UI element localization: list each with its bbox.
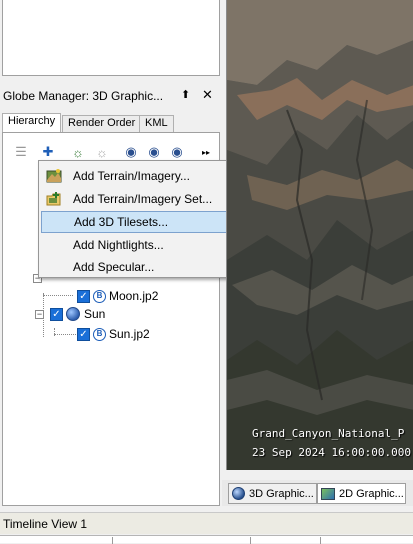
- location-caption: Grand_Canyon_National_P: [252, 427, 405, 440]
- object-browser-area[interactable]: [2, 0, 220, 76]
- timeline-title: Timeline View 1: [3, 517, 88, 531]
- globe-add-icon[interactable]: ◉: [168, 143, 186, 161]
- timeline-view[interactable]: Timeline View 1: [0, 512, 413, 534]
- menu-item-label: Add Specular...: [73, 260, 155, 274]
- tree-item-sun-file[interactable]: ✓ B Sun.jp2: [77, 325, 150, 343]
- add-icon[interactable]: ✚: [39, 143, 57, 161]
- tree-item-label: Sun.jp2: [109, 327, 150, 341]
- pin-icon[interactable]: ⬆: [181, 88, 190, 101]
- globe-manager-title: Globe Manager: 3D Graphic...: [3, 89, 164, 103]
- add-context-menu: Add Terrain/Imagery... Add Terrain/Image…: [38, 160, 250, 278]
- menu-item-add-specular[interactable]: Add Specular...: [41, 256, 247, 278]
- menu-item-add-nightlights[interactable]: Add Nightlights...: [41, 234, 247, 256]
- tree-node-sun[interactable]: − ✓ Sun: [35, 305, 105, 323]
- tab-render-order[interactable]: Render Order: [62, 115, 142, 132]
- tab-3d-graphics[interactable]: 3D Graphic...: [228, 483, 317, 504]
- collapse-icon[interactable]: −: [35, 309, 44, 319]
- tab-hierarchy[interactable]: Hierarchy: [2, 113, 62, 133]
- terrain-imagery: [227, 0, 413, 470]
- image-file-icon: B: [93, 327, 106, 341]
- more-icon[interactable]: ▸▸: [197, 143, 215, 161]
- image-file-icon: B: [93, 289, 106, 303]
- close-icon[interactable]: ✕: [202, 87, 213, 103]
- date-caption: 23 Sep 2024 16:00:00.000: [252, 446, 411, 459]
- globe-icon: [66, 307, 80, 321]
- timeline-ruler: [0, 535, 413, 544]
- checkbox-moon-file[interactable]: ✓: [77, 289, 90, 303]
- menu-item-label: Add Nightlights...: [73, 238, 164, 252]
- view-tabs: 3D Graphic... 2D Graphic...: [222, 480, 413, 506]
- tree-item-moon-file[interactable]: ✓ B Moon.jp2: [77, 287, 158, 305]
- menu-item-add-terrain-imagery-set[interactable]: Add Terrain/Imagery Set...: [41, 188, 247, 210]
- tab-2d-graphics[interactable]: 2D Graphic...: [317, 483, 406, 504]
- globe-settings-icon[interactable]: ◉: [122, 143, 140, 161]
- imagery-set-folder-icon: [43, 189, 65, 209]
- terrain-imagery-icon: [43, 166, 65, 186]
- menu-item-add-3d-tilesets[interactable]: Add 3D Tilesets...: [41, 211, 247, 233]
- tab-kml[interactable]: KML: [139, 115, 174, 132]
- checkbox-sun[interactable]: ✓: [50, 307, 63, 321]
- properties-icon[interactable]: ☰: [12, 143, 30, 161]
- globe-manager-titlebar[interactable]: Globe Manager: 3D Graphic... ⬆ ✕: [0, 86, 222, 106]
- map-view-icon: [321, 487, 335, 500]
- menu-item-label: Add 3D Tilesets...: [74, 215, 169, 229]
- add-globe-icon[interactable]: ☼: [69, 143, 87, 161]
- map-view-3d[interactable]: Grand_Canyon_National_P 23 Sep 2024 16:0…: [226, 0, 413, 470]
- tree-connector: [54, 334, 76, 335]
- globe-view-icon: [232, 487, 245, 500]
- checkbox-sun-file[interactable]: ✓: [77, 327, 90, 341]
- globe-save-icon[interactable]: ◉: [145, 143, 163, 161]
- menu-item-label: Add Terrain/Imagery Set...: [73, 192, 213, 206]
- tab-label: 2D Graphic...: [339, 487, 404, 500]
- remove-globe-icon[interactable]: ☼: [93, 143, 111, 161]
- menu-item-add-terrain-imagery[interactable]: Add Terrain/Imagery...: [41, 165, 247, 187]
- tab-label: 3D Graphic...: [249, 487, 314, 500]
- tree-connector: [43, 295, 73, 296]
- tree-item-label: Moon.jp2: [109, 289, 159, 303]
- globe-manager-tabs: Hierarchy Render Order KML: [2, 113, 220, 133]
- menu-item-label: Add Terrain/Imagery...: [73, 169, 190, 183]
- tree-item-label: Sun: [84, 307, 106, 321]
